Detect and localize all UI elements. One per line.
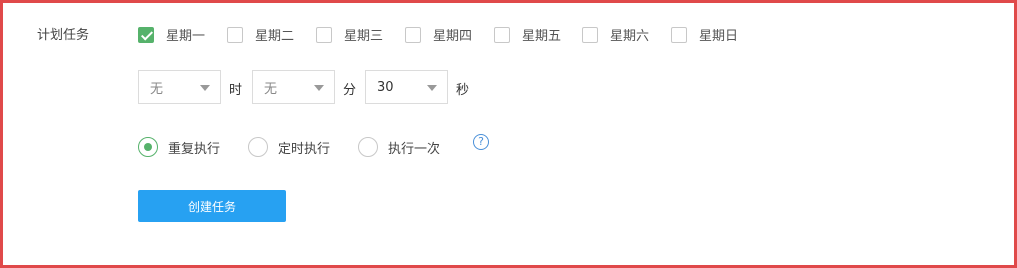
second-unit-label: 秒 bbox=[456, 83, 470, 98]
day-label: 星期五 bbox=[522, 29, 562, 44]
radio-icon bbox=[358, 137, 378, 157]
checkbox-icon bbox=[405, 26, 421, 43]
radio-label: 执行一次 bbox=[388, 141, 441, 157]
chevron-down-icon bbox=[200, 85, 210, 91]
chevron-down-icon bbox=[427, 85, 437, 91]
day-label: 星期四 bbox=[433, 29, 473, 44]
day-checkbox-friday[interactable]: 星期五 bbox=[494, 26, 562, 44]
hour-select[interactable]: 无 bbox=[138, 70, 221, 104]
minute-select[interactable]: 无 bbox=[252, 70, 335, 104]
checkbox-icon bbox=[671, 26, 687, 43]
second-select[interactable]: 30 bbox=[365, 70, 448, 104]
radio-icon bbox=[248, 137, 268, 157]
checkbox-icon bbox=[316, 26, 332, 43]
radio-label: 定时执行 bbox=[278, 141, 331, 157]
checkbox-icon bbox=[227, 26, 243, 43]
checkbox-icon bbox=[582, 26, 598, 43]
day-checkbox-sunday[interactable]: 星期日 bbox=[671, 26, 739, 44]
schedule-task-label: 计划任务 bbox=[37, 28, 90, 43]
radio-label: 重复执行 bbox=[168, 141, 221, 157]
hour-select-value: 无 bbox=[150, 81, 164, 97]
checkbox-checked-icon bbox=[138, 26, 154, 43]
radio-selected-icon bbox=[138, 137, 158, 157]
day-checkbox-wednesday[interactable]: 星期三 bbox=[316, 26, 384, 44]
day-label: 星期六 bbox=[610, 29, 650, 44]
hour-unit-label: 时 bbox=[229, 83, 243, 98]
day-checkbox-thursday[interactable]: 星期四 bbox=[405, 26, 473, 44]
day-label: 星期二 bbox=[255, 29, 295, 44]
minute-select-value: 无 bbox=[264, 81, 278, 97]
create-task-button[interactable]: 创建任务 bbox=[138, 190, 286, 222]
help-icon[interactable]: ? bbox=[473, 134, 489, 150]
radio-execute-once[interactable]: 执行一次 bbox=[358, 136, 440, 158]
minute-unit-label: 分 bbox=[343, 83, 357, 98]
day-checkbox-saturday[interactable]: 星期六 bbox=[582, 26, 650, 44]
day-checkbox-monday[interactable]: 星期一 bbox=[138, 26, 206, 44]
radio-repeat-execute[interactable]: 重复执行 bbox=[138, 136, 220, 158]
day-label: 星期三 bbox=[344, 29, 384, 44]
radio-scheduled-execute[interactable]: 定时执行 bbox=[248, 136, 330, 158]
checkbox-icon bbox=[494, 26, 510, 43]
day-label: 星期日 bbox=[699, 29, 739, 44]
chevron-down-icon bbox=[314, 85, 324, 91]
second-select-value: 30 bbox=[377, 79, 394, 95]
day-label: 星期一 bbox=[166, 29, 206, 44]
day-checkbox-tuesday[interactable]: 星期二 bbox=[227, 26, 295, 44]
